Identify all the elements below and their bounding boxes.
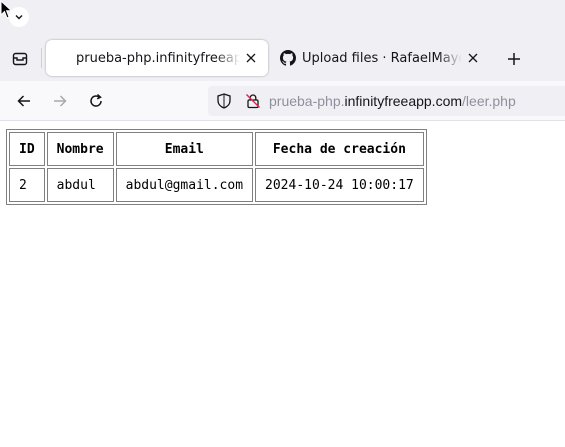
page-content: ID Nombre Email Fecha de creación 2 abdu… <box>0 121 565 447</box>
table-header-row: ID Nombre Email Fecha de creación <box>9 132 424 166</box>
firefox-view-icon <box>12 52 28 66</box>
tab-upload-files[interactable]: Upload files · RafaelMayor/DWES <box>272 40 490 76</box>
plus-icon <box>508 53 520 65</box>
header-nombre: Nombre <box>46 132 114 166</box>
url-host: infinityfreeapp.com <box>344 93 463 109</box>
tab-label: prueba-php.infinityfreeapp.com <box>76 50 240 66</box>
arrow-left-icon <box>17 95 30 107</box>
tab-prueba-php[interactable]: prueba-php.infinityfreeapp.com <box>46 40 268 76</box>
arrow-right-icon <box>54 95 67 107</box>
close-icon <box>468 53 478 63</box>
url-text: prueba-php.infinityfreeapp.com/leer.php <box>269 92 516 110</box>
url-path: /leer.php <box>462 93 516 109</box>
shield-icon[interactable] <box>215 92 233 110</box>
header-id: ID <box>9 132 45 166</box>
forward-button[interactable] <box>48 89 72 113</box>
reload-icon <box>90 93 102 107</box>
table-row: 2 abdul abdul@gmail.com 2024-10-24 10:00… <box>9 168 424 202</box>
github-icon <box>280 50 296 66</box>
firefox-view-button[interactable] <box>6 46 34 72</box>
close-tab-button[interactable] <box>242 49 260 67</box>
back-button[interactable] <box>12 89 36 113</box>
window-titlebar <box>0 0 565 34</box>
cell-fecha: 2024-10-24 10:00:17 <box>255 168 424 202</box>
close-tab-button[interactable] <box>464 49 482 67</box>
header-email: Email <box>115 132 254 166</box>
close-icon <box>246 53 256 63</box>
navigation-toolbar: prueba-php.infinityfreeapp.com/leer.php <box>0 81 565 121</box>
tab-strip: prueba-php.infinityfreeapp.com Upload fi… <box>0 34 565 81</box>
cell-id: 2 <box>9 168 45 202</box>
tab-separator <box>41 48 42 68</box>
cell-email: abdul@gmail.com <box>115 168 254 202</box>
header-fecha-creacion: Fecha de creación <box>255 132 424 166</box>
mouse-cursor-icon <box>0 0 13 19</box>
tab-label: Upload files · RafaelMayor/DWES <box>302 50 462 66</box>
url-prefix: prueba-php. <box>269 93 345 109</box>
new-tab-button[interactable] <box>503 48 525 70</box>
insecure-lock-icon[interactable] <box>244 92 262 110</box>
chevron-down-icon <box>15 15 23 20</box>
users-table: ID Nombre Email Fecha de creación 2 abdu… <box>6 129 427 205</box>
cell-nombre: abdul <box>46 168 114 202</box>
address-bar[interactable]: prueba-php.infinityfreeapp.com/leer.php <box>208 86 565 116</box>
reload-button[interactable] <box>84 89 108 113</box>
